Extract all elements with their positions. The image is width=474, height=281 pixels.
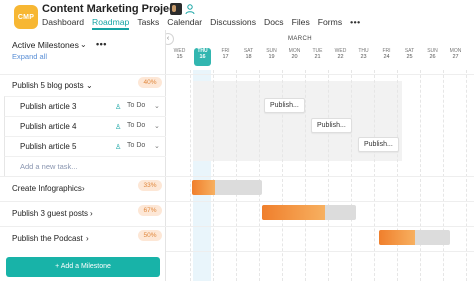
tab-roadmap[interactable]: Roadmap [92,17,130,30]
chevron-right-icon[interactable]: › [86,234,89,243]
milestone-row[interactable]: Publish 3 guest posts › 67% [0,201,166,226]
tab-discussions[interactable]: Discussions [210,17,256,27]
day-number: 22 [337,54,344,60]
task-row[interactable]: Publish article 5 ♙ To Do ⌄ [4,136,166,156]
day-number: 24 [383,54,390,60]
day-number: 21 [314,54,321,60]
project-logo[interactable]: CMP [14,5,38,29]
add-task-link[interactable]: Add a new task... [20,162,78,171]
milestone-row[interactable]: Publish 5 blog posts ⌄ 40% [0,74,166,96]
task-label[interactable]: Publish article 5 [20,142,76,151]
month-label: MARCH [288,36,312,42]
chevron-down-icon[interactable]: ⌄ [86,81,93,90]
roadmap-timeline: ‹ MARCH WED 15 THU 16 FRI 17 SAT 18 SUN 19 MON 20 TU… [166,30,474,281]
progress-badge: 40% [138,77,162,88]
day-column: MON 20 [286,48,303,66]
assign-person-icon[interactable]: ♙ [115,123,121,131]
row-divider [166,226,474,227]
add-person-icon[interactable] [184,3,196,15]
day-column: SUN 19 [263,48,280,66]
day-number: 15 [176,54,183,60]
add-milestone-button[interactable]: + Add a Milestone [6,257,160,277]
row-divider [166,74,474,75]
day-column: SAT 18 [240,48,257,66]
day-number: 18 [245,54,252,60]
day-column: SAT 25 [401,48,418,66]
milestone-row[interactable]: Create Infographics › 33% [0,176,166,201]
day-number: 20 [291,54,298,60]
day-number: 16 [199,54,206,60]
day-column: MON 27 [447,48,464,66]
chevron-down-icon[interactable]: ⌄ [154,142,160,150]
milestone-bar-fill [262,205,325,220]
day-column: WED 15 [171,48,188,66]
tab-tasks[interactable]: Tasks [137,17,159,27]
task-label[interactable]: Publish article 4 [20,122,76,131]
task-chip[interactable]: Publish... [358,137,399,152]
milestone-label[interactable]: Publish 3 guest posts [12,209,88,218]
row-divider [166,176,474,177]
milestone-bar[interactable] [262,205,356,220]
chevron-down-icon[interactable]: ⌄ [80,40,87,49]
milestone-label[interactable]: Create Infographics [12,184,82,193]
tab-forms[interactable]: Forms [318,17,342,27]
day-number: 26 [429,54,436,60]
day-column: FRI 24 [378,48,395,66]
task-status[interactable]: To Do [127,102,145,109]
tab-dashboard[interactable]: Dashboard [42,17,84,27]
day-number: 17 [222,54,229,60]
chevron-right-icon[interactable]: › [90,209,93,218]
expand-all-link[interactable]: Expand all [12,52,47,61]
tab-files[interactable]: Files [292,17,310,27]
row-divider [166,251,474,252]
project-nav: Dashboard Roadmap Tasks Calendar Discuss… [42,17,369,30]
day-number: 25 [406,54,413,60]
day-column: SUN 26 [424,48,441,66]
task-status[interactable]: To Do [127,142,145,149]
day-column-today: THU 16 [194,48,211,66]
task-label[interactable]: Publish article 3 [20,102,76,111]
avatar-face [172,5,176,12]
day-column: THU 23 [355,48,372,66]
task-status[interactable]: To Do [127,122,145,129]
task-chip[interactable]: Publish... [311,118,352,133]
milestones-panel: Active Milestones ⌄ ••• Expand all Publi… [0,30,166,281]
milestones-title[interactable]: Active Milestones [12,40,79,50]
milestone-row[interactable]: Publish the Podcast › 50% [0,226,166,251]
chevron-down-icon[interactable]: ⌄ [154,102,160,110]
day-number: 27 [452,54,459,60]
add-task-row[interactable]: Add a new task... [4,156,166,176]
project-header: CMP Content Marketing Project ⌄ Dashboar… [0,0,474,30]
collapse-panel-icon[interactable]: ‹ [166,33,174,45]
progress-badge: 67% [138,205,162,216]
chevron-down-icon[interactable]: ⌄ [154,3,162,14]
assign-person-icon[interactable]: ♙ [115,103,121,111]
milestones-menu-icon[interactable]: ••• [96,39,107,49]
milestone-label[interactable]: Publish 5 blog posts [12,81,84,90]
chevron-right-icon[interactable]: › [82,184,85,193]
day-number: 23 [360,54,367,60]
milestone-label[interactable]: Publish the Podcast [12,234,83,243]
task-chip[interactable]: Publish... [264,98,305,113]
milestone-bar[interactable] [379,230,450,245]
progress-badge: 33% [138,180,162,191]
day-column: FRI 17 [217,48,234,66]
day-column: WED 22 [332,48,349,66]
more-icon[interactable]: ••• [350,17,361,27]
milestone-bar-fill [379,230,415,245]
tab-docs[interactable]: Docs [264,17,284,27]
chevron-down-icon[interactable]: ⌄ [154,122,160,130]
milestone-bar-fill [192,180,216,195]
day-column: TUE 21 [309,48,326,66]
task-row[interactable]: Publish article 3 ♙ To Do ⌄ [4,96,166,116]
assign-person-icon[interactable]: ♙ [115,143,121,151]
milestone-bar[interactable] [192,180,262,195]
tab-calendar[interactable]: Calendar [167,17,202,27]
progress-badge: 50% [138,230,162,241]
row-divider [166,201,474,202]
task-row[interactable]: Publish article 4 ♙ To Do ⌄ [4,116,166,136]
day-number: 19 [268,54,275,60]
